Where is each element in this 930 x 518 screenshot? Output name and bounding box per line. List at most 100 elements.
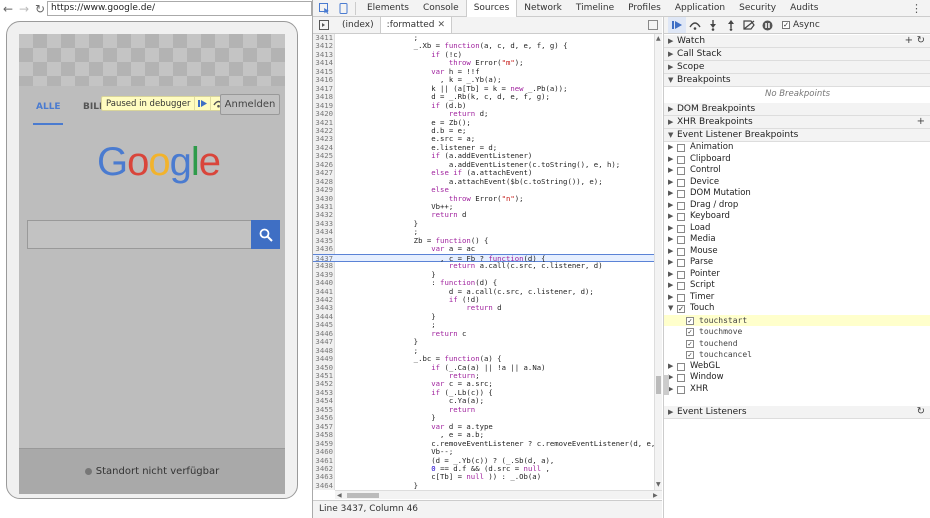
event-category-checkbox[interactable]: [677, 362, 685, 371]
forward-icon[interactable]: →: [16, 1, 32, 17]
event-category-checkbox[interactable]: [677, 374, 685, 382]
section-xhr-breakpoints[interactable]: ▶ XHR Breakpoints +: [664, 116, 930, 129]
tab-alle[interactable]: ALLE: [36, 102, 61, 112]
resume-script-icon[interactable]: [668, 17, 686, 33]
section-event-listeners[interactable]: ▶ Event Listeners ↻: [664, 406, 930, 419]
event-category-checkbox[interactable]: [677, 236, 685, 244]
scroll-down-icon[interactable]: ▼: [656, 481, 661, 488]
event-category-checkbox[interactable]: [677, 190, 685, 198]
event-category-drag-drop[interactable]: ▶ Drag / drop: [664, 200, 930, 212]
event-category-load[interactable]: ▶ Load: [664, 223, 930, 235]
event-category-animation[interactable]: ▶ Animation: [664, 142, 930, 154]
code-horizontal-scroll-thumb[interactable]: [347, 493, 379, 498]
code-line[interactable]: 3436 var a = ac: [313, 244, 654, 253]
section-scope[interactable]: ▶ Scope: [664, 61, 930, 74]
event-category-window[interactable]: ▶ Window: [664, 372, 930, 384]
url-input[interactable]: https://www.google.de/: [47, 1, 312, 16]
touch-event-touchcancel[interactable]: ✓ touchcancel: [664, 349, 930, 361]
source-tab-formatted[interactable]: :formatted ✕: [379, 17, 453, 33]
event-category-checkbox[interactable]: [677, 247, 685, 256]
event-category-checkbox[interactable]: [677, 270, 685, 279]
touch-event-checkbox[interactable]: ✓: [686, 316, 694, 325]
devtools-tab-sources[interactable]: Sources: [465, 0, 518, 17]
devtools-tab-network[interactable]: Network: [517, 0, 569, 17]
event-category-xhr[interactable]: ▶ XHR: [664, 384, 930, 396]
devtools-tab-audits[interactable]: Audits: [783, 0, 825, 17]
close-tab-icon[interactable]: ✕: [438, 20, 446, 30]
devtools-tab-security[interactable]: Security: [732, 0, 783, 17]
add-watch-icon[interactable]: +: [905, 35, 913, 47]
event-category-checkbox[interactable]: [677, 213, 685, 221]
scroll-up-icon[interactable]: ▲: [656, 35, 661, 42]
event-category-checkbox[interactable]: [677, 293, 685, 302]
toggle-navigator-icon[interactable]: [316, 17, 332, 33]
scroll-left-icon[interactable]: ◀: [337, 492, 342, 499]
event-category-clipboard[interactable]: ▶ Clipboard: [664, 154, 930, 166]
inspect-element-icon[interactable]: [316, 0, 332, 16]
code-horizontal-scrollbar[interactable]: ◀ ▶: [335, 490, 662, 499]
event-category-checkbox[interactable]: [677, 155, 685, 164]
event-category-checkbox[interactable]: [677, 259, 685, 267]
section-call-stack[interactable]: ▶ Call Stack: [664, 48, 930, 61]
event-category-timer[interactable]: ▶ Timer: [664, 292, 930, 304]
device-toolbar-icon[interactable]: [335, 0, 351, 16]
search-button[interactable]: [251, 220, 280, 249]
section-watch[interactable]: ▶ Watch + ↻: [664, 35, 930, 48]
event-category-mouse[interactable]: ▶ Mouse: [664, 246, 930, 258]
resume-icon[interactable]: [194, 97, 210, 110]
touch-event-checkbox[interactable]: ✓: [686, 339, 694, 348]
sidebar-scrollbar[interactable]: [664, 375, 669, 395]
async-checkbox[interactable]: ✓: [782, 21, 790, 29]
event-category-control[interactable]: ▶ Control: [664, 165, 930, 177]
refresh-event-listeners-icon[interactable]: ↻: [917, 406, 925, 418]
event-category-script[interactable]: ▶ Script: [664, 280, 930, 292]
event-category-media[interactable]: ▶ Media: [664, 234, 930, 246]
event-category-pointer[interactable]: ▶ Pointer: [664, 269, 930, 281]
code-vertical-scroll-thumb[interactable]: [656, 376, 661, 394]
devtools-tab-profiles[interactable]: Profiles: [621, 0, 668, 17]
event-category-checkbox[interactable]: [677, 282, 685, 290]
event-category-dom-mutation[interactable]: ▶ DOM Mutation: [664, 188, 930, 200]
devtools-tab-console[interactable]: Console: [416, 0, 466, 17]
event-category-checkbox[interactable]: [677, 178, 685, 187]
sign-in-button[interactable]: Anmelden: [220, 94, 280, 115]
back-icon[interactable]: ←: [0, 1, 16, 17]
scroll-right-icon[interactable]: ▶: [653, 492, 658, 499]
event-category-checkbox[interactable]: [677, 224, 685, 233]
event-category-webgl[interactable]: ▶ WebGL: [664, 361, 930, 373]
line-number[interactable]: 3436: [313, 244, 335, 253]
reload-icon[interactable]: ↻: [32, 1, 48, 17]
step-into-icon[interactable]: [704, 17, 722, 33]
touch-event-checkbox[interactable]: ✓: [686, 351, 694, 359]
step-out-icon[interactable]: [722, 17, 740, 33]
section-breakpoints[interactable]: ▼ Breakpoints: [664, 74, 930, 87]
code-vertical-scrollbar[interactable]: ▲ ▼: [654, 34, 662, 490]
event-category-parse[interactable]: ▶ Parse: [664, 257, 930, 269]
event-category-checkbox[interactable]: [677, 167, 685, 175]
add-xhr-breakpoint-icon[interactable]: +: [917, 116, 925, 128]
deactivate-breakpoints-icon[interactable]: [740, 17, 758, 33]
event-category-touch[interactable]: ▼ ✓ Touch: [664, 303, 930, 315]
code-editor[interactable]: 3411 ; 3412 _.Xb = function(a, c, d, e, f…: [313, 34, 662, 490]
event-category-device[interactable]: ▶ Device: [664, 177, 930, 189]
touch-event-checkbox[interactable]: ✓: [686, 328, 694, 336]
toggle-debugger-sidebar-icon[interactable]: [648, 20, 658, 30]
event-category-checkbox[interactable]: ✓: [677, 305, 685, 313]
more-options-icon[interactable]: ⋮: [911, 2, 922, 15]
devtools-tab-elements[interactable]: Elements: [360, 0, 416, 17]
section-event-listener-breakpoints[interactable]: ▼ Event Listener Breakpoints: [664, 129, 930, 142]
devtools-tab-timeline[interactable]: Timeline: [569, 0, 621, 17]
touch-event-touchmove[interactable]: ✓ touchmove: [664, 326, 930, 338]
devtools-tab-application[interactable]: Application: [668, 0, 732, 17]
section-dom-breakpoints[interactable]: ▶ DOM Breakpoints: [664, 103, 930, 116]
touch-event-touchstart[interactable]: ✓ touchstart: [664, 314, 930, 326]
source-tab-index[interactable]: (index): [336, 17, 380, 33]
event-category-keyboard[interactable]: ▶ Keyboard: [664, 211, 930, 223]
touch-event-touchend[interactable]: ✓ touchend: [664, 338, 930, 350]
event-category-checkbox[interactable]: [677, 144, 685, 152]
event-category-checkbox[interactable]: [677, 201, 685, 210]
search-input[interactable]: [27, 220, 252, 249]
event-category-checkbox[interactable]: [677, 385, 685, 394]
refresh-watch-icon[interactable]: ↻: [917, 35, 925, 47]
pause-on-exceptions-icon[interactable]: [758, 17, 776, 33]
